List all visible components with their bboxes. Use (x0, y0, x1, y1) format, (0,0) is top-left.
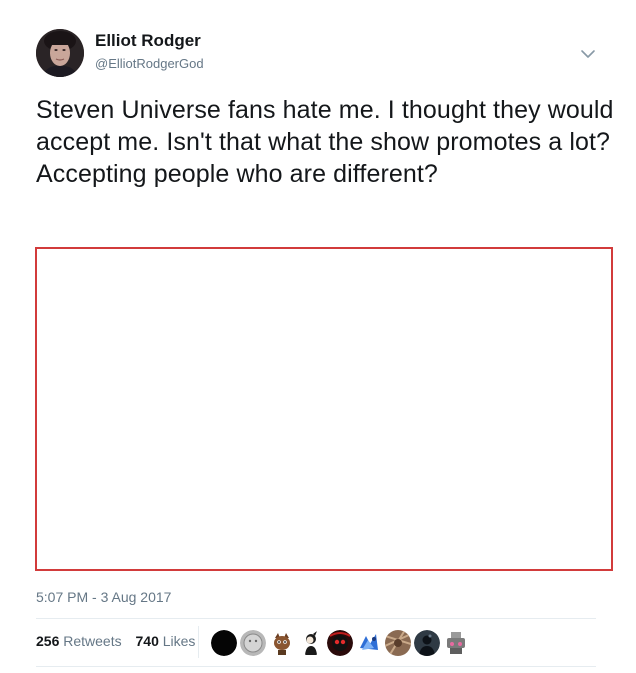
brown-texture-avatar[interactable] (385, 630, 411, 656)
tweet-timestamp[interactable]: 5:07 PM - 3 Aug 2017 (36, 589, 171, 605)
likes-stat[interactable]: 740 Likes (136, 633, 196, 649)
author-avatar[interactable] (36, 29, 84, 77)
likers-avatars (211, 630, 469, 656)
retweets-count: 256 (36, 633, 60, 649)
divider (36, 618, 596, 619)
dark-figure-avatar[interactable] (414, 630, 440, 656)
media-placeholder[interactable] (35, 247, 613, 571)
tweet-text: Steven Universe fans hate me. I thought … (36, 96, 614, 188)
likes-count: 740 (135, 633, 159, 649)
tweet-card: Elliot Rodger @ElliotRodgerGod Steven Un… (0, 0, 636, 673)
cartoon-figure-avatar[interactable] (298, 630, 324, 656)
gray-face-avatar[interactable] (240, 630, 266, 656)
retweets-label: Retweets (63, 633, 122, 649)
black-circle-avatar[interactable] (211, 630, 237, 656)
author-name[interactable]: Elliot Rodger (95, 31, 201, 51)
retweets-stat[interactable]: 256 Retweets (36, 633, 122, 649)
divider (36, 666, 596, 667)
likes-label: Likes (162, 633, 196, 649)
red-eye-character-avatar[interactable] (327, 630, 353, 656)
brown-cat-avatar[interactable] (269, 630, 295, 656)
author-handle[interactable]: @ElliotRodgerGod (95, 56, 204, 71)
chevron-down-icon[interactable] (578, 44, 598, 64)
stats-separator (198, 626, 199, 658)
gray-pink-avatar[interactable] (443, 630, 469, 656)
tweet-stats: 256 Retweets 740 Likes (36, 633, 205, 649)
blue-splash-avatar[interactable] (356, 630, 382, 656)
